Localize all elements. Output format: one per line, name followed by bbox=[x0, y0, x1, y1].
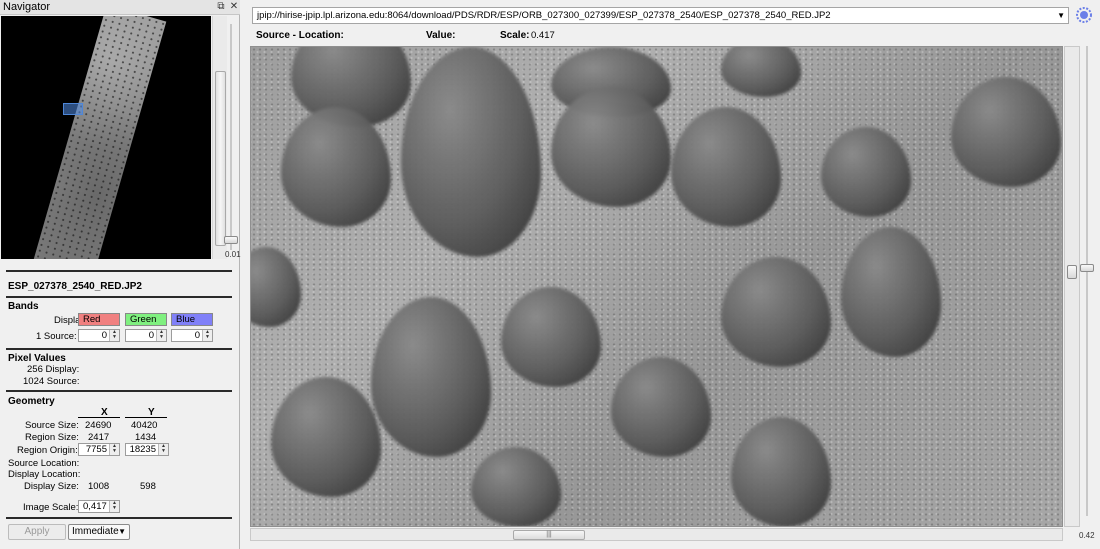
scale-status-value: 0.417 bbox=[531, 30, 555, 41]
thumbnail-image-strip bbox=[33, 16, 167, 259]
chevron-down-icon[interactable]: ▼ bbox=[1057, 8, 1065, 23]
navigator-panel: Navigator ⧉ ✕ 0.01 ESP_027378_2540_RED.J… bbox=[0, 0, 241, 549]
source-size-y: 40420 bbox=[131, 420, 158, 431]
chevron-down-icon: ▼ bbox=[118, 527, 126, 536]
spinner-arrows-icon[interactable]: ▲ ▼ bbox=[202, 330, 212, 341]
blue-source-spinner[interactable]: 0 ▲ ▼ bbox=[171, 329, 213, 342]
bands-source-label: 1 Source: bbox=[36, 331, 77, 342]
navigator-zoom-slider[interactable] bbox=[224, 24, 238, 250]
divider bbox=[6, 296, 232, 298]
spinner-arrows-icon[interactable]: ▲ ▼ bbox=[158, 444, 168, 455]
dune-shape bbox=[951, 77, 1061, 187]
image-viewer[interactable] bbox=[250, 46, 1063, 527]
update-mode-value: Immediate bbox=[72, 526, 119, 537]
float-panel-icon[interactable]: ⧉ bbox=[215, 1, 227, 13]
dune-shape bbox=[841, 227, 941, 357]
dune-shape bbox=[721, 47, 801, 97]
region-size-label: Region Size: bbox=[25, 432, 79, 443]
blue-band-button[interactable]: Blue bbox=[171, 313, 213, 326]
vertical-scroll-thumb[interactable] bbox=[1067, 265, 1077, 279]
dune-shape bbox=[731, 417, 831, 526]
spinner-arrows-icon[interactable]: ▲ ▼ bbox=[109, 330, 119, 341]
region-origin-label: Region Origin: bbox=[17, 445, 78, 456]
region-size-x: 2417 bbox=[88, 432, 110, 443]
image-scale-spinner[interactable]: 0,417 ▲ ▼ bbox=[78, 500, 120, 513]
source-location-label: Source Location: bbox=[8, 458, 80, 469]
viewer-horizontal-scrollbar[interactable]: ||| bbox=[250, 528, 1063, 541]
display-size-label: Display Size: bbox=[24, 481, 79, 492]
source-size-label: Source Size: bbox=[25, 420, 79, 431]
dune-shape bbox=[281, 107, 391, 227]
navigator-zoom-value: 0.01 bbox=[225, 250, 241, 259]
source-url-combobox[interactable]: jpip://hirise-jpip.lpl.arizona.edu:8064/… bbox=[252, 7, 1069, 24]
navigator-title: Navigator bbox=[3, 1, 51, 13]
dune-shape bbox=[821, 127, 911, 217]
red-source-value: 0 bbox=[101, 330, 107, 341]
spinner-arrows-icon[interactable]: ▲ ▼ bbox=[109, 444, 119, 455]
region-origin-y-spinner[interactable]: 18235 ▲ ▼ bbox=[125, 443, 169, 456]
divider bbox=[6, 517, 232, 519]
spinner-arrows-icon[interactable]: ▲ ▼ bbox=[109, 501, 119, 512]
navigator-thumbnail[interactable] bbox=[1, 16, 211, 259]
underline bbox=[125, 417, 167, 418]
viewer-vertical-scrollbar[interactable] bbox=[1064, 46, 1080, 527]
slider-knob[interactable] bbox=[224, 236, 238, 244]
dune-shape bbox=[271, 377, 381, 497]
dune-shape bbox=[611, 357, 711, 457]
underline bbox=[78, 417, 120, 418]
navigator-region-box[interactable] bbox=[63, 103, 83, 115]
status-row: Source - Location: Value: Scale: 0.417 bbox=[256, 30, 1076, 42]
spinner-arrows-icon[interactable]: ▲ ▼ bbox=[156, 330, 166, 341]
display-size-y: 598 bbox=[140, 481, 156, 492]
filename-label: ESP_027378_2540_RED.JP2 bbox=[8, 281, 142, 292]
slider-track bbox=[230, 24, 232, 250]
network-activity-icon bbox=[1076, 7, 1092, 23]
divider bbox=[6, 270, 232, 272]
dune-shape bbox=[471, 447, 561, 526]
navigator-title-bar: Navigator ⧉ ✕ bbox=[0, 0, 240, 15]
dune-shape bbox=[721, 257, 831, 367]
slider-knob[interactable] bbox=[1080, 264, 1094, 272]
divider bbox=[6, 390, 232, 392]
horizontal-scroll-thumb[interactable]: ||| bbox=[513, 530, 585, 540]
bands-heading: Bands bbox=[8, 301, 39, 312]
dune-shape bbox=[671, 107, 781, 227]
green-source-spinner[interactable]: 0 ▲ ▼ bbox=[125, 329, 167, 342]
value-status-label: Value: bbox=[426, 30, 456, 41]
region-origin-y: 18235 bbox=[129, 444, 156, 455]
image-scale-value: 0,417 bbox=[83, 501, 107, 512]
dune-shape bbox=[251, 247, 301, 327]
pixel-display-label: 256 Display: bbox=[27, 364, 80, 375]
viewer-zoom-slider[interactable] bbox=[1080, 46, 1094, 516]
region-origin-x: 7755 bbox=[85, 444, 107, 455]
display-location-label: Display Location: bbox=[8, 469, 81, 480]
green-band-button[interactable]: Green bbox=[125, 313, 167, 326]
dune-shape bbox=[401, 47, 541, 257]
red-source-spinner[interactable]: 0 ▲ ▼ bbox=[78, 329, 120, 342]
update-mode-select[interactable]: Immediate ▼ bbox=[68, 524, 130, 540]
image-scale-label: Image Scale: bbox=[23, 502, 79, 513]
display-size-x: 1008 bbox=[88, 481, 110, 492]
divider bbox=[6, 348, 232, 350]
region-size-y: 1434 bbox=[135, 432, 157, 443]
scale-status-label: Scale: bbox=[500, 30, 530, 41]
slider-track bbox=[1086, 46, 1088, 516]
apply-button[interactable]: Apply bbox=[8, 524, 66, 540]
source-url-value: jpip://hirise-jpip.lpl.arizona.edu:8064/… bbox=[257, 10, 831, 21]
source-size-x: 24690 bbox=[85, 420, 112, 431]
source-location-status-label: Source - Location: bbox=[256, 30, 344, 41]
pixel-source-label: 1024 Source: bbox=[23, 376, 80, 387]
geometry-heading: Geometry bbox=[8, 396, 55, 407]
red-band-button[interactable]: Red bbox=[78, 313, 120, 326]
blue-source-value: 0 bbox=[194, 330, 200, 341]
green-source-value: 0 bbox=[148, 330, 154, 341]
pixel-values-heading: Pixel Values bbox=[8, 353, 66, 364]
region-origin-x-spinner[interactable]: 7755 ▲ ▼ bbox=[78, 443, 120, 456]
dune-shape bbox=[371, 297, 491, 457]
dune-shape bbox=[501, 287, 601, 387]
close-icon[interactable]: ✕ bbox=[228, 1, 240, 13]
viewer-zoom-value: 0.42 bbox=[1079, 531, 1095, 540]
